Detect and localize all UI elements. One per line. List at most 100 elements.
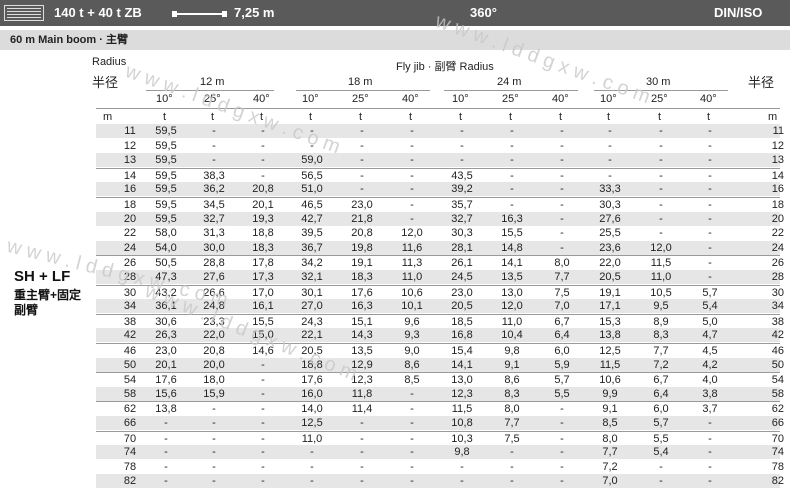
- load-cell: 17,6: [351, 286, 373, 299]
- load-cell: 16,1: [252, 300, 274, 313]
- table-row: 24 54,0 30,0 18,3 36,7 19,8 11,6 28,1 14,8 - 23,6 1…: [96, 240, 784, 255]
- load-cell: 8,3: [504, 387, 520, 400]
- unit-mark: t: [260, 111, 264, 123]
- load-cell: 26,3: [155, 329, 177, 342]
- load-cell: -: [410, 183, 414, 196]
- load-cell: 5,0: [702, 315, 718, 328]
- load-cell: 28,1: [451, 241, 473, 254]
- load-cell: -: [708, 154, 712, 167]
- load-cell: 23,3: [203, 315, 225, 328]
- load-cell: 15,3: [599, 315, 621, 328]
- boom-length: 7,25 m: [234, 5, 275, 20]
- load-cell: 5,7: [702, 286, 718, 299]
- load-cell: 8,0: [504, 403, 520, 416]
- load-cell: 14,1: [451, 358, 473, 371]
- radius-cell: 38: [123, 315, 137, 328]
- radius-cell-right: 16: [771, 183, 784, 196]
- load-cell: 7,7: [602, 446, 618, 459]
- angle-header: 10°: [452, 93, 469, 105]
- load-cell: 5,5: [554, 387, 570, 400]
- load-cell: 5,7: [554, 374, 570, 387]
- unit-right: m: [768, 111, 778, 123]
- load-cell: 11,4: [351, 403, 373, 416]
- load-cell: -: [360, 125, 364, 137]
- load-cell: 18,8: [252, 227, 274, 240]
- load-cell: -: [708, 257, 712, 270]
- load-cell: 36,2: [203, 183, 225, 196]
- load-cell: -: [659, 154, 663, 167]
- load-cell: -: [261, 432, 265, 445]
- load-cell: -: [460, 475, 464, 488]
- unit-mark: t: [707, 111, 711, 123]
- radius-cell-right: 82: [771, 475, 784, 488]
- load-cell: 16,0: [301, 387, 323, 400]
- load-cell: 12,3: [451, 387, 473, 400]
- load-cell: 11,5: [650, 257, 672, 270]
- table-row: 34 36,1 24,8 16,1 27,0 16,3 10,1 20,5 12,0 7,0 17,…: [96, 299, 784, 314]
- table-row: 13 59,5 - - 59,0 - - - - - - - - 13: [96, 153, 784, 168]
- table-row: 38 30,6 23,3 15,5 24,3 15,1 9,6 18,5 11,0 6,7 15,3…: [96, 313, 784, 329]
- load-cell: 15,1: [351, 315, 373, 328]
- load-cell: -: [261, 403, 265, 416]
- load-cell: -: [708, 432, 712, 445]
- load-cell: 21,8: [351, 212, 373, 225]
- angle-header: 25°: [352, 93, 369, 105]
- radius-label: Radius: [92, 56, 127, 68]
- load-cell: 19,3: [252, 212, 274, 225]
- table-row: 22 58,0 31,3 18,8 39,5 20,8 12,0 30,3 15,5 - 25,5 -…: [96, 226, 784, 240]
- load-cell: 15,6: [155, 387, 177, 400]
- load-cell: 27,0: [301, 300, 323, 313]
- side-label-config: SH + LF: [14, 268, 71, 285]
- load-cell: 24,3: [301, 315, 323, 328]
- load-cell: 50,5: [155, 257, 177, 270]
- load-cell: 4,5: [702, 345, 718, 357]
- load-cell: 8,5: [404, 374, 420, 387]
- radius-cell-right: 28: [771, 271, 784, 283]
- load-cell: -: [510, 139, 514, 152]
- load-cell: -: [261, 358, 265, 371]
- load-cell: 11,8: [351, 387, 373, 400]
- unit-left: m: [103, 111, 113, 123]
- load-cell: -: [360, 417, 364, 429]
- unit-mark: t: [559, 111, 563, 123]
- load-cell: -: [410, 475, 414, 488]
- load-cell: 10,5: [650, 286, 672, 299]
- load-cell: 59,5: [155, 139, 177, 152]
- load-cell: -: [261, 139, 265, 152]
- load-cell: 9,5: [653, 300, 669, 313]
- unit-mark: t: [163, 111, 167, 123]
- radius-cell: 34: [123, 300, 137, 313]
- unit-mark: t: [359, 111, 363, 123]
- load-cell: 11,6: [401, 241, 423, 254]
- radius-cell: 70: [123, 432, 137, 445]
- load-cell: -: [360, 169, 364, 182]
- load-cell: -: [164, 432, 168, 445]
- load-cell: 10,4: [501, 329, 523, 342]
- load-cell: 19,1: [599, 286, 621, 299]
- load-cell: -: [708, 125, 712, 137]
- load-cell: 12,0: [401, 227, 423, 240]
- load-cell: -: [460, 154, 464, 167]
- load-cell: 23,6: [599, 241, 621, 254]
- load-cell: 15,5: [252, 315, 274, 328]
- radius-cell-right: 30: [771, 286, 784, 299]
- load-cell: 16,3: [501, 212, 523, 225]
- load-cell: 30,0: [203, 241, 225, 254]
- load-cell: 23,0: [351, 199, 373, 211]
- group-rule-30: [594, 90, 728, 91]
- load-cell: -: [659, 183, 663, 196]
- radius-cell: 24: [123, 241, 137, 254]
- radius-cell: 42: [123, 329, 137, 342]
- load-cell: -: [410, 432, 414, 445]
- load-cell: 38,3: [203, 169, 225, 182]
- load-cell: 20,0: [203, 358, 225, 371]
- radius-cell-right: 66: [771, 417, 784, 429]
- load-cell: 36,7: [301, 241, 323, 254]
- load-cell: -: [560, 241, 564, 254]
- load-cell: 7,5: [554, 286, 570, 299]
- load-cell: -: [510, 125, 514, 137]
- radius-cell-right: 78: [771, 460, 784, 473]
- load-cell: 5,5: [653, 432, 669, 445]
- load-cell: -: [659, 475, 663, 488]
- unit-mark: t: [658, 111, 662, 123]
